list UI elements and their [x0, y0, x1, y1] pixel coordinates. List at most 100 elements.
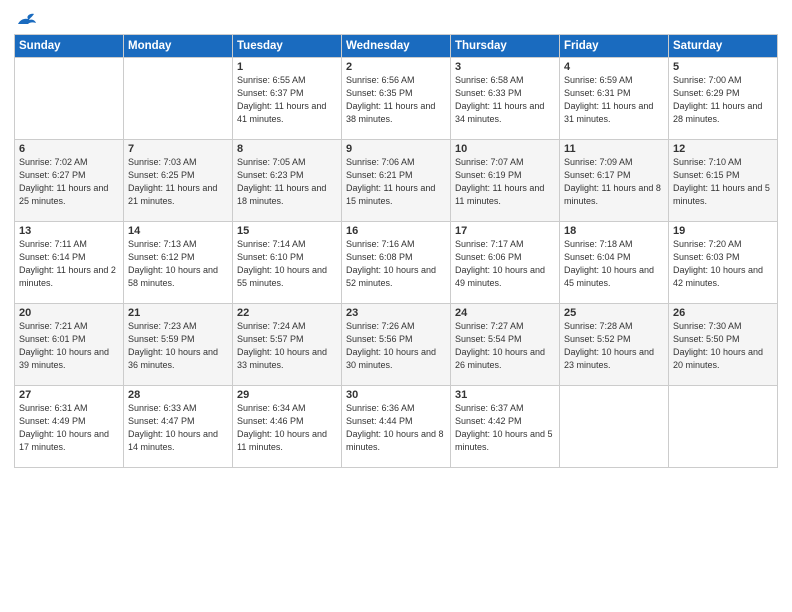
calendar-cell: 25Sunrise: 7:28 AMSunset: 5:52 PMDayligh…	[560, 304, 669, 386]
calendar-table: SundayMondayTuesdayWednesdayThursdayFrid…	[14, 34, 778, 468]
calendar-cell	[124, 58, 233, 140]
day-info: Sunrise: 7:10 AMSunset: 6:15 PMDaylight:…	[673, 156, 773, 208]
day-number: 27	[19, 389, 119, 401]
weekday-header: Thursday	[451, 35, 560, 58]
day-info: Sunrise: 7:21 AMSunset: 6:01 PMDaylight:…	[19, 320, 119, 372]
logo	[14, 10, 38, 28]
calendar-cell: 27Sunrise: 6:31 AMSunset: 4:49 PMDayligh…	[15, 386, 124, 468]
calendar-cell: 4Sunrise: 6:59 AMSunset: 6:31 PMDaylight…	[560, 58, 669, 140]
day-number: 7	[128, 143, 228, 155]
day-number: 25	[564, 307, 664, 319]
calendar-cell	[560, 386, 669, 468]
calendar-week-row: 6Sunrise: 7:02 AMSunset: 6:27 PMDaylight…	[15, 140, 778, 222]
day-number: 20	[19, 307, 119, 319]
day-number: 12	[673, 143, 773, 155]
calendar-cell: 30Sunrise: 6:36 AMSunset: 4:44 PMDayligh…	[342, 386, 451, 468]
calendar-week-row: 20Sunrise: 7:21 AMSunset: 6:01 PMDayligh…	[15, 304, 778, 386]
day-number: 5	[673, 61, 773, 73]
day-number: 16	[346, 225, 446, 237]
day-number: 31	[455, 389, 555, 401]
day-info: Sunrise: 6:33 AMSunset: 4:47 PMDaylight:…	[128, 402, 228, 454]
day-info: Sunrise: 7:06 AMSunset: 6:21 PMDaylight:…	[346, 156, 446, 208]
day-info: Sunrise: 7:20 AMSunset: 6:03 PMDaylight:…	[673, 238, 773, 290]
page: SundayMondayTuesdayWednesdayThursdayFrid…	[0, 0, 792, 478]
day-info: Sunrise: 6:56 AMSunset: 6:35 PMDaylight:…	[346, 74, 446, 126]
day-info: Sunrise: 7:23 AMSunset: 5:59 PMDaylight:…	[128, 320, 228, 372]
day-number: 11	[564, 143, 664, 155]
weekday-header: Saturday	[669, 35, 778, 58]
calendar-cell: 21Sunrise: 7:23 AMSunset: 5:59 PMDayligh…	[124, 304, 233, 386]
day-number: 14	[128, 225, 228, 237]
day-number: 2	[346, 61, 446, 73]
day-info: Sunrise: 7:17 AMSunset: 6:06 PMDaylight:…	[455, 238, 555, 290]
day-number: 18	[564, 225, 664, 237]
day-number: 1	[237, 61, 337, 73]
day-info: Sunrise: 7:24 AMSunset: 5:57 PMDaylight:…	[237, 320, 337, 372]
day-number: 3	[455, 61, 555, 73]
calendar-cell: 11Sunrise: 7:09 AMSunset: 6:17 PMDayligh…	[560, 140, 669, 222]
day-info: Sunrise: 7:07 AMSunset: 6:19 PMDaylight:…	[455, 156, 555, 208]
day-number: 10	[455, 143, 555, 155]
calendar-cell: 23Sunrise: 7:26 AMSunset: 5:56 PMDayligh…	[342, 304, 451, 386]
calendar-week-row: 13Sunrise: 7:11 AMSunset: 6:14 PMDayligh…	[15, 222, 778, 304]
day-number: 8	[237, 143, 337, 155]
day-info: Sunrise: 7:05 AMSunset: 6:23 PMDaylight:…	[237, 156, 337, 208]
day-info: Sunrise: 7:30 AMSunset: 5:50 PMDaylight:…	[673, 320, 773, 372]
day-number: 4	[564, 61, 664, 73]
calendar-week-row: 27Sunrise: 6:31 AMSunset: 4:49 PMDayligh…	[15, 386, 778, 468]
day-info: Sunrise: 6:36 AMSunset: 4:44 PMDaylight:…	[346, 402, 446, 454]
weekday-header: Monday	[124, 35, 233, 58]
calendar-cell: 5Sunrise: 7:00 AMSunset: 6:29 PMDaylight…	[669, 58, 778, 140]
calendar-cell: 9Sunrise: 7:06 AMSunset: 6:21 PMDaylight…	[342, 140, 451, 222]
day-info: Sunrise: 7:11 AMSunset: 6:14 PMDaylight:…	[19, 238, 119, 290]
weekday-header: Friday	[560, 35, 669, 58]
weekday-header: Wednesday	[342, 35, 451, 58]
day-info: Sunrise: 7:28 AMSunset: 5:52 PMDaylight:…	[564, 320, 664, 372]
day-number: 26	[673, 307, 773, 319]
day-info: Sunrise: 7:09 AMSunset: 6:17 PMDaylight:…	[564, 156, 664, 208]
day-info: Sunrise: 7:02 AMSunset: 6:27 PMDaylight:…	[19, 156, 119, 208]
calendar-header-row: SundayMondayTuesdayWednesdayThursdayFrid…	[15, 35, 778, 58]
calendar-cell: 16Sunrise: 7:16 AMSunset: 6:08 PMDayligh…	[342, 222, 451, 304]
calendar-cell: 18Sunrise: 7:18 AMSunset: 6:04 PMDayligh…	[560, 222, 669, 304]
day-info: Sunrise: 6:31 AMSunset: 4:49 PMDaylight:…	[19, 402, 119, 454]
day-number: 6	[19, 143, 119, 155]
day-number: 24	[455, 307, 555, 319]
day-info: Sunrise: 7:14 AMSunset: 6:10 PMDaylight:…	[237, 238, 337, 290]
calendar-cell: 7Sunrise: 7:03 AMSunset: 6:25 PMDaylight…	[124, 140, 233, 222]
day-info: Sunrise: 7:16 AMSunset: 6:08 PMDaylight:…	[346, 238, 446, 290]
day-info: Sunrise: 7:18 AMSunset: 6:04 PMDaylight:…	[564, 238, 664, 290]
day-number: 23	[346, 307, 446, 319]
day-number: 19	[673, 225, 773, 237]
calendar-week-row: 1Sunrise: 6:55 AMSunset: 6:37 PMDaylight…	[15, 58, 778, 140]
calendar-cell: 8Sunrise: 7:05 AMSunset: 6:23 PMDaylight…	[233, 140, 342, 222]
calendar-cell: 17Sunrise: 7:17 AMSunset: 6:06 PMDayligh…	[451, 222, 560, 304]
day-info: Sunrise: 6:34 AMSunset: 4:46 PMDaylight:…	[237, 402, 337, 454]
header-area	[14, 10, 778, 28]
calendar-cell: 14Sunrise: 7:13 AMSunset: 6:12 PMDayligh…	[124, 222, 233, 304]
calendar-cell: 26Sunrise: 7:30 AMSunset: 5:50 PMDayligh…	[669, 304, 778, 386]
day-number: 30	[346, 389, 446, 401]
day-info: Sunrise: 6:37 AMSunset: 4:42 PMDaylight:…	[455, 402, 555, 454]
calendar-cell: 13Sunrise: 7:11 AMSunset: 6:14 PMDayligh…	[15, 222, 124, 304]
calendar-cell: 3Sunrise: 6:58 AMSunset: 6:33 PMDaylight…	[451, 58, 560, 140]
calendar-cell: 6Sunrise: 7:02 AMSunset: 6:27 PMDaylight…	[15, 140, 124, 222]
calendar-cell: 28Sunrise: 6:33 AMSunset: 4:47 PMDayligh…	[124, 386, 233, 468]
day-info: Sunrise: 7:27 AMSunset: 5:54 PMDaylight:…	[455, 320, 555, 372]
day-info: Sunrise: 7:13 AMSunset: 6:12 PMDaylight:…	[128, 238, 228, 290]
calendar-cell: 10Sunrise: 7:07 AMSunset: 6:19 PMDayligh…	[451, 140, 560, 222]
day-info: Sunrise: 7:03 AMSunset: 6:25 PMDaylight:…	[128, 156, 228, 208]
calendar-cell	[15, 58, 124, 140]
day-number: 17	[455, 225, 555, 237]
day-info: Sunrise: 7:26 AMSunset: 5:56 PMDaylight:…	[346, 320, 446, 372]
calendar-cell: 12Sunrise: 7:10 AMSunset: 6:15 PMDayligh…	[669, 140, 778, 222]
calendar-cell	[669, 386, 778, 468]
calendar-cell: 1Sunrise: 6:55 AMSunset: 6:37 PMDaylight…	[233, 58, 342, 140]
day-info: Sunrise: 7:00 AMSunset: 6:29 PMDaylight:…	[673, 74, 773, 126]
day-info: Sunrise: 6:55 AMSunset: 6:37 PMDaylight:…	[237, 74, 337, 126]
calendar-cell: 22Sunrise: 7:24 AMSunset: 5:57 PMDayligh…	[233, 304, 342, 386]
weekday-header: Tuesday	[233, 35, 342, 58]
weekday-header: Sunday	[15, 35, 124, 58]
calendar-cell: 24Sunrise: 7:27 AMSunset: 5:54 PMDayligh…	[451, 304, 560, 386]
day-number: 22	[237, 307, 337, 319]
